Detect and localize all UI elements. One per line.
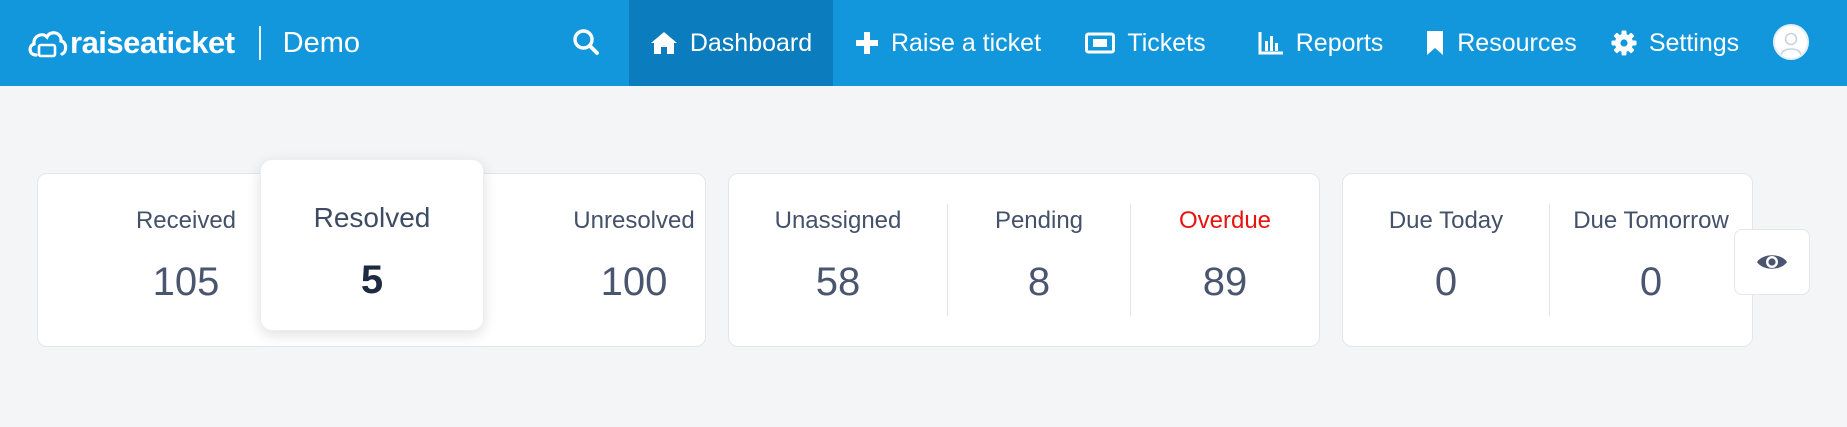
nav-reports[interactable]: Reports xyxy=(1258,0,1383,86)
nav-resources[interactable]: Resources xyxy=(1427,0,1577,86)
cloud-ticket-icon xyxy=(26,25,68,61)
nav-raise-ticket-label: Raise a ticket xyxy=(890,28,1042,57)
due-dates-card: Due Today 0 Due Tomorrow 0 xyxy=(1342,173,1753,347)
avatar[interactable] xyxy=(1773,24,1809,60)
stat-unresolved[interactable]: Unresolved 100 xyxy=(536,174,732,348)
stat-pending-value: 8 xyxy=(1027,260,1051,304)
stat-resolved-label: Resolved xyxy=(313,202,431,233)
workspace-name: Demo xyxy=(282,26,360,59)
bar-chart-icon xyxy=(1258,32,1283,55)
toggle-visibility-button[interactable] xyxy=(1734,229,1810,295)
nav-dashboard-label: Dashboard xyxy=(689,28,813,57)
stat-overdue-label: Overdue xyxy=(1178,207,1272,234)
nav-dashboard[interactable]: Dashboard xyxy=(629,0,833,86)
eye-icon xyxy=(1757,255,1787,269)
home-icon xyxy=(650,32,677,54)
stat-due-today-label: Due Today xyxy=(1388,207,1504,234)
stat-received-value: 105 xyxy=(152,260,220,304)
brand[interactable]: raiseaticket Demo xyxy=(26,0,360,86)
brand-divider xyxy=(258,26,261,60)
search-button[interactable] xyxy=(566,20,606,64)
bookmark-icon xyxy=(1427,31,1444,55)
gear-icon xyxy=(1611,30,1637,56)
stat-unassigned[interactable]: Unassigned 58 xyxy=(729,174,947,348)
stat-unassigned-label: Unassigned xyxy=(774,207,902,234)
stat-unresolved-value: 100 xyxy=(600,260,668,304)
nav-settings[interactable]: Settings xyxy=(1611,0,1740,86)
user-icon xyxy=(1780,32,1802,56)
ticket-icon xyxy=(1085,32,1116,54)
brand-name: raiseaticket xyxy=(70,25,235,60)
nav-tickets[interactable]: Tickets xyxy=(1083,0,1208,86)
stat-received[interactable]: Received 105 xyxy=(88,174,284,348)
stat-due-tomorrow-value: 0 xyxy=(1639,260,1663,304)
nav-settings-label: Settings xyxy=(1648,28,1740,57)
stat-unassigned-value: 58 xyxy=(815,260,861,304)
stat-resolved[interactable]: Resolved 5 xyxy=(260,159,484,331)
stat-pending-label: Pending xyxy=(994,207,1084,234)
ticket-status-card: Unassigned 58 Pending 8 Overdue 89 xyxy=(728,173,1320,347)
stat-resolved-value: 5 xyxy=(360,258,384,302)
stat-overdue[interactable]: Overdue 89 xyxy=(1131,174,1319,348)
top-navigation-bar: raiseaticket Demo Dashboard Raise a tick… xyxy=(0,0,1847,86)
stat-due-today[interactable]: Due Today 0 xyxy=(1343,174,1549,348)
stat-due-tomorrow[interactable]: Due Tomorrow 0 xyxy=(1550,174,1752,348)
nav-tickets-label: Tickets xyxy=(1127,28,1206,57)
nav-reports-label: Reports xyxy=(1295,28,1384,57)
stat-due-today-value: 0 xyxy=(1434,260,1458,304)
search-icon xyxy=(573,29,599,55)
nav-raise-ticket[interactable]: Raise a ticket xyxy=(855,0,1042,86)
stat-received-label: Received xyxy=(135,207,237,234)
nav-resources-label: Resources xyxy=(1457,28,1577,57)
stat-pending[interactable]: Pending 8 xyxy=(948,174,1130,348)
plus-icon xyxy=(855,32,878,54)
stat-due-tomorrow-label: Due Tomorrow xyxy=(1573,207,1729,234)
stat-unresolved-label: Unresolved xyxy=(573,207,695,234)
stat-overdue-value: 89 xyxy=(1202,260,1248,304)
